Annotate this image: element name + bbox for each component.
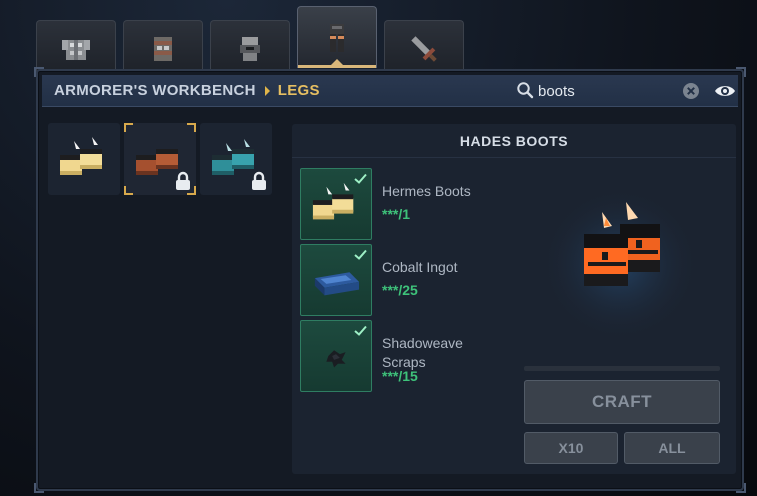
craft-button[interactable]: CRAFT bbox=[524, 380, 720, 424]
armor-piece-icon bbox=[154, 36, 172, 61]
recipe-slot-cobalt-boots[interactable] bbox=[200, 123, 272, 195]
check-icon bbox=[354, 249, 367, 260]
selection-bracket bbox=[187, 123, 196, 132]
breadcrumb-separator-icon bbox=[264, 85, 270, 96]
tab-legs[interactable] bbox=[297, 6, 377, 68]
ingredient-row: Shadoweave Scraps ***/15 bbox=[300, 320, 510, 392]
ingredient-count: ***/15 bbox=[382, 368, 418, 384]
breadcrumb-workbench[interactable]: ARMORER'S WORKBENCH bbox=[54, 82, 256, 99]
eye-icon[interactable] bbox=[714, 83, 736, 99]
lock-icon bbox=[252, 171, 266, 190]
panel-corner bbox=[736, 483, 746, 493]
breadcrumb: ARMORER'S WORKBENCH LEGS bbox=[54, 82, 320, 99]
craft-all-button[interactable]: ALL bbox=[624, 432, 720, 464]
recipe-slot-hermes-boots[interactable] bbox=[48, 123, 120, 195]
search-icon bbox=[517, 82, 534, 99]
panel-corner bbox=[34, 483, 44, 493]
hermes-boots-icon bbox=[60, 137, 102, 175]
check-icon bbox=[354, 325, 367, 336]
weapon-icon bbox=[411, 35, 437, 62]
craft-x10-button[interactable]: X10 bbox=[524, 432, 618, 464]
lock-icon bbox=[176, 171, 190, 190]
tab-armor[interactable] bbox=[210, 20, 290, 76]
helmet-icon bbox=[240, 36, 260, 61]
selection-bracket bbox=[124, 186, 133, 195]
ingredient-count: ***/25 bbox=[382, 282, 418, 298]
workbench-panel: ARMORER'S WORKBENCH LEGS boots HADES BOO… bbox=[34, 67, 746, 493]
recipe-slot-hades-boots[interactable] bbox=[124, 123, 196, 195]
leggings-icon bbox=[330, 23, 344, 52]
cobalt-ingot-icon bbox=[314, 272, 360, 296]
selection-bracket bbox=[124, 123, 133, 132]
ingredient-row: Hermes Boots ***/1 bbox=[300, 168, 510, 240]
ingredient-count: ***/1 bbox=[382, 206, 411, 222]
ingredient-name: Cobalt Ingot bbox=[382, 259, 458, 275]
breadcrumb-legs: LEGS bbox=[277, 82, 320, 99]
tab-chestplate[interactable] bbox=[36, 20, 116, 76]
search-input[interactable] bbox=[538, 80, 668, 102]
recipe-detail: HADES BOOTS Hermes Boots ***/1 Cobalt In… bbox=[292, 124, 736, 474]
hades-boots-preview-icon bbox=[540, 186, 700, 342]
shadoweave-scraps-icon bbox=[326, 350, 346, 368]
recipe-grid bbox=[48, 123, 278, 483]
ingredient-row: Cobalt Ingot ***/25 bbox=[300, 244, 510, 316]
ingredient-name: Shadoweave Scraps bbox=[382, 335, 463, 370]
chestplate-icon bbox=[62, 39, 90, 60]
tab-weapon[interactable] bbox=[384, 20, 464, 76]
recipe-title: HADES BOOTS bbox=[292, 124, 736, 158]
craft-progress-bar bbox=[524, 366, 720, 371]
ingredient-slot[interactable] bbox=[300, 168, 372, 240]
ingredient-slot[interactable] bbox=[300, 244, 372, 316]
hermes-boots-icon bbox=[312, 182, 354, 220]
tab-helmet[interactable] bbox=[123, 20, 203, 76]
clear-search-icon[interactable] bbox=[682, 82, 700, 100]
active-tab-indicator bbox=[331, 59, 343, 65]
ingredient-name: Hermes Boots bbox=[382, 183, 471, 199]
ingredient-slot[interactable] bbox=[300, 320, 372, 392]
panel-header: ARMORER'S WORKBENCH LEGS bbox=[42, 75, 738, 107]
check-icon bbox=[354, 173, 367, 184]
